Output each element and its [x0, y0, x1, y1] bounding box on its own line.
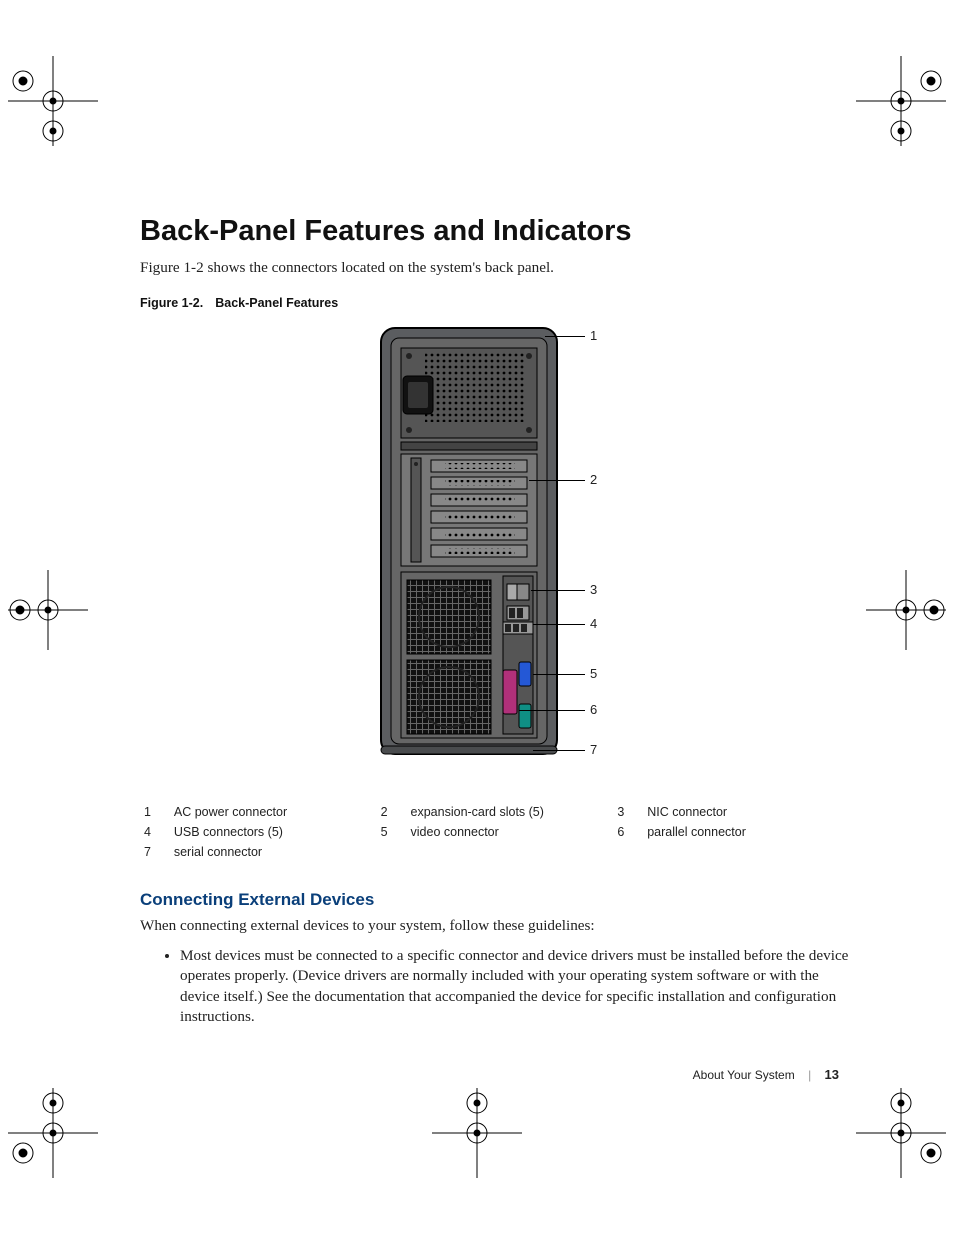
legend-label: AC power connector	[170, 802, 377, 822]
footer-section-title: About Your System	[693, 1068, 795, 1082]
subsection-heading: Connecting External Devices	[140, 890, 850, 910]
tower-illustration	[375, 322, 565, 762]
crop-mark-icon	[856, 1088, 946, 1178]
callout-6: 6	[590, 702, 597, 717]
callout-3: 3	[590, 582, 597, 597]
section-heading: Back-Panel Features and Indicators	[140, 215, 850, 248]
callout-1: 1	[590, 328, 597, 343]
legend-label: video connector	[407, 822, 614, 842]
legend-num: 7	[140, 842, 170, 862]
legend-num: 6	[613, 822, 643, 842]
figure: 1 2 3 4 5 6 7	[140, 322, 850, 762]
crop-mark-icon	[856, 56, 946, 146]
legend-num: 2	[377, 802, 407, 822]
footer-separator: |	[808, 1068, 811, 1082]
callout-7: 7	[590, 742, 597, 757]
legend-num: 4	[140, 822, 170, 842]
figure-number: Figure 1-2.	[140, 296, 203, 310]
figure-legend: 1 AC power connector 2 expansion-card sl…	[140, 802, 850, 862]
legend-num: 1	[140, 802, 170, 822]
legend-num: 5	[377, 822, 407, 842]
figure-caption: Figure 1-2. Back-Panel Features	[140, 296, 850, 310]
list-item: Most devices must be connected to a spec…	[180, 946, 850, 1028]
legend-label: USB connectors (5)	[170, 822, 377, 842]
crop-mark-icon	[8, 1088, 98, 1178]
back-panel-diagram: 1 2 3 4 5 6 7	[375, 322, 615, 762]
legend-label: NIC connector	[643, 802, 850, 822]
body-paragraph: When connecting external devices to your…	[140, 916, 850, 936]
legend-label: expansion-card slots (5)	[407, 802, 614, 822]
crop-mark-icon	[432, 1088, 522, 1178]
intro-paragraph: Figure 1-2 shows the connectors located …	[140, 258, 850, 278]
legend-label: parallel connector	[643, 822, 850, 842]
crop-mark-icon	[8, 570, 88, 650]
page-footer: About Your System | 13	[693, 1067, 839, 1082]
page-content: Back-Panel Features and Indicators Figur…	[140, 215, 850, 1036]
figure-title: Back-Panel Features	[215, 296, 338, 310]
callout-2: 2	[590, 472, 597, 487]
callout-5: 5	[590, 666, 597, 681]
guidelines-list: Most devices must be connected to a spec…	[140, 946, 850, 1028]
crop-mark-icon	[8, 56, 98, 146]
callout-4: 4	[590, 616, 597, 631]
crop-mark-icon	[866, 570, 946, 650]
legend-label: serial connector	[170, 842, 377, 862]
legend-num: 3	[613, 802, 643, 822]
page-number: 13	[825, 1067, 839, 1082]
